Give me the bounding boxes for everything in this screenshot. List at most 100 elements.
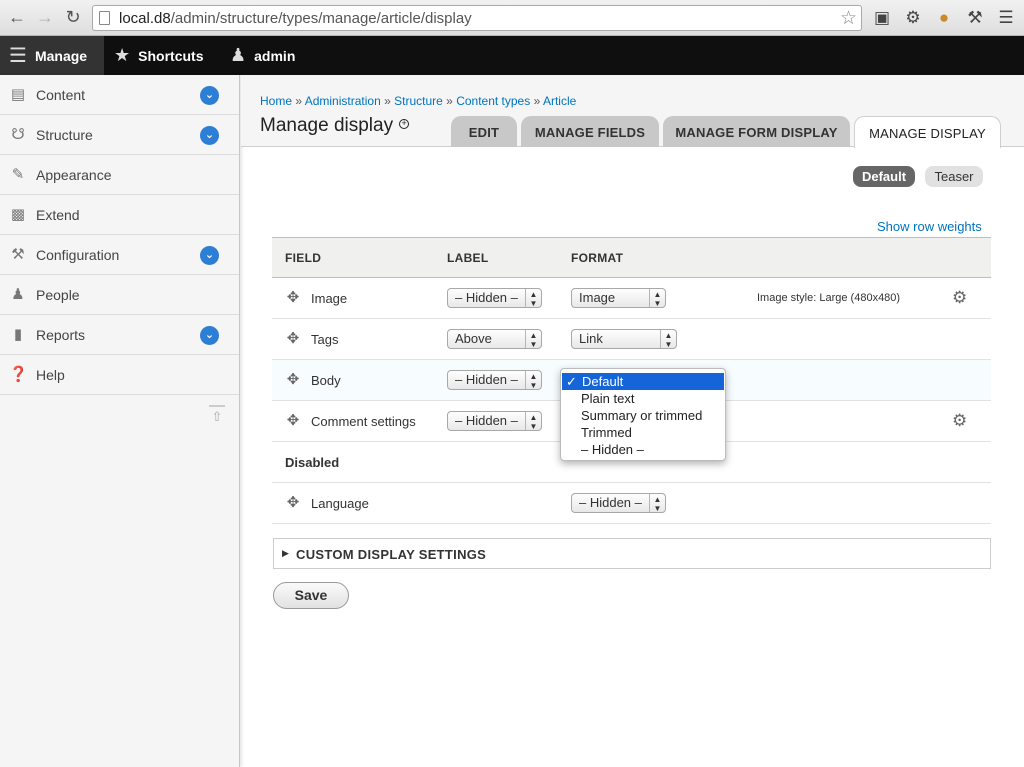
back-icon[interactable]: ← — [6, 6, 28, 28]
view-mode-teaser[interactable]: Teaser — [925, 166, 983, 187]
drag-handle-icon[interactable]: ✥ — [286, 495, 300, 510]
sidebar-item-label: Appearance — [36, 166, 112, 183]
header-format: FORMAT — [571, 251, 624, 265]
tab-manage-fields[interactable]: MANAGE FIELDS — [521, 116, 659, 147]
format-select-value: – Hidden – — [579, 495, 642, 510]
breadcrumb-article[interactable]: Article — [543, 94, 576, 108]
label-select-value: – Hidden – — [455, 290, 518, 305]
gear-icon[interactable]: ⚙ — [952, 411, 967, 431]
sidebar-item-label: Content — [36, 86, 86, 103]
menu-icon[interactable]: ☰ — [995, 7, 1017, 29]
label-select-value: Above — [455, 331, 492, 346]
url-text[interactable]: local.d8/admin/structure/types/manage/ar… — [119, 10, 472, 27]
dropdown-option[interactable]: ✓ Default — [562, 373, 724, 390]
sidebar-item-label: People — [36, 286, 80, 303]
breadcrumb-separator: » — [446, 94, 453, 108]
view-mode-default[interactable]: Default — [853, 166, 915, 187]
drag-handle-icon[interactable]: ✥ — [286, 290, 300, 305]
sidebar-item-label: Structure — [36, 126, 93, 143]
breadcrumb-separator: » — [533, 94, 541, 108]
sidebar-item-people[interactable]: ♟ People — [0, 275, 239, 315]
reload-icon[interactable]: ↻ — [62, 6, 84, 28]
chevron-down-icon[interactable]: ⌄ — [200, 126, 219, 145]
table-row: ✥ Image – Hidden – ▲ ▼ Image ▲ ▼ Image style… — [272, 278, 991, 319]
toolbar-user[interactable]: ♟ admin — [230, 36, 295, 75]
select-arrows-icon: ▲ ▼ — [525, 289, 541, 308]
breadcrumb-separator: » — [295, 94, 303, 108]
star-icon: ★ — [114, 45, 131, 65]
sidebar-item-appearance[interactable]: ✎ Appearance — [0, 155, 239, 195]
custom-display-settings[interactable]: ▶ CUSTOM DISPLAY SETTINGS — [273, 538, 991, 569]
format-select-value: Link — [579, 331, 603, 346]
chevron-down-icon[interactable]: ⌄ — [200, 86, 219, 105]
page-header: Home » Administration » Structure » Cont… — [241, 75, 1024, 148]
user-icon: ♟ — [230, 45, 247, 65]
breadcrumb-content-types[interactable]: Content types — [456, 94, 530, 108]
checkmark-icon: ✓ — [566, 374, 577, 389]
field-name: Image — [311, 291, 348, 306]
add-shortcut-icon[interactable]: + — [399, 118, 410, 129]
breadcrumb-home[interactable]: Home — [260, 94, 292, 108]
bookmark-star-icon[interactable]: ☆ — [840, 7, 857, 30]
select-arrows-icon: ▲ ▼ — [649, 494, 665, 513]
chevron-down-icon[interactable]: ⌄ — [200, 246, 219, 265]
format-select[interactable]: Image ▲ ▼ — [571, 288, 666, 308]
breadcrumb: Home » Administration » Structure » Cont… — [260, 94, 576, 108]
sidebar-item-reports[interactable]: ▮ Reports ⌄ — [0, 315, 239, 355]
sidebar-item-help[interactable]: ❓ Help — [0, 355, 239, 395]
field-name: Language — [311, 496, 369, 511]
drag-handle-icon[interactable]: ✥ — [286, 331, 300, 346]
format-select[interactable]: – Hidden – ▲ ▼ — [571, 493, 666, 513]
dropdown-option[interactable]: Summary or trimmed — [561, 407, 725, 424]
tab-edit[interactable]: EDIT — [451, 116, 517, 147]
drag-handle-icon[interactable]: ✥ — [286, 413, 300, 428]
toolbar-shortcuts[interactable]: ★ Shortcuts — [114, 36, 203, 75]
chevron-down-icon[interactable]: ⌄ — [200, 326, 219, 345]
expand-triangle-icon: ▶ — [282, 548, 289, 558]
select-arrows-icon: ▲ ▼ — [525, 371, 541, 390]
settings-gear-icon[interactable]: ⚙ — [902, 7, 924, 29]
structure-icon: ☋ — [11, 126, 25, 143]
sidebar-item-label: Help — [36, 366, 65, 383]
sidebar-item-content[interactable]: ▤ Content ⌄ — [0, 75, 239, 115]
cookie-icon[interactable]: ● — [933, 7, 955, 29]
page-icon — [99, 11, 110, 25]
sidebar-item-label: Configuration — [36, 246, 120, 263]
dropdown-option[interactable]: Plain text — [561, 390, 725, 407]
collapse-sidebar-icon[interactable]: ⇧ — [209, 405, 225, 425]
tab-manage-form-display[interactable]: MANAGE FORM DISPLAY — [663, 116, 850, 147]
address-bar[interactable]: local.d8/admin/structure/types/manage/ar… — [92, 5, 862, 31]
forward-icon[interactable]: → — [34, 6, 56, 28]
dropdown-option[interactable]: Trimmed — [561, 424, 725, 441]
sidebar-item-configuration[interactable]: ⚒ Configuration ⌄ — [0, 235, 239, 275]
tab-manage-display[interactable]: MANAGE DISPLAY — [854, 116, 1001, 148]
sidebar-item-extend[interactable]: ▩ Extend — [0, 195, 239, 235]
drag-handle-icon[interactable]: ✥ — [286, 372, 300, 387]
dropdown-option[interactable]: – Hidden – — [561, 441, 725, 458]
pocket-icon[interactable]: ▣ — [871, 7, 893, 29]
toolbar-manage[interactable]: ☰ Manage — [0, 36, 104, 75]
url-path: /admin/structure/types/manage/article/di… — [170, 10, 472, 27]
admin-sidebar: ▤ Content ⌄ ☋ Structure ⌄ ✎ Appearance ▩… — [0, 75, 240, 767]
wrench-icon[interactable]: ⚒ — [964, 7, 986, 29]
label-select[interactable]: – Hidden – ▲ ▼ — [447, 370, 542, 390]
select-arrows-icon: ▲ ▼ — [660, 330, 676, 349]
label-select[interactable]: – Hidden – ▲ ▼ — [447, 411, 542, 431]
show-row-weights-link[interactable]: Show row weights — [877, 219, 982, 234]
format-select[interactable]: Link ▲ ▼ — [571, 329, 677, 349]
sidebar-item-label: Reports — [36, 326, 86, 343]
sidebar-item-label: Extend — [36, 206, 80, 223]
breadcrumb-administration[interactable]: Administration — [305, 94, 381, 108]
label-select-value: – Hidden – — [455, 372, 518, 387]
label-select[interactable]: Above ▲ ▼ — [447, 329, 542, 349]
people-icon: ♟ — [11, 286, 25, 303]
breadcrumb-structure[interactable]: Structure — [394, 94, 443, 108]
breadcrumb-separator: » — [384, 94, 391, 108]
label-select[interactable]: – Hidden – ▲ ▼ — [447, 288, 542, 308]
sidebar-item-structure[interactable]: ☋ Structure ⌄ — [0, 115, 239, 155]
wrench-icon: ⚒ — [11, 246, 25, 263]
gear-icon[interactable]: ⚙ — [952, 288, 967, 308]
details-summary: CUSTOM DISPLAY SETTINGS — [296, 547, 487, 562]
save-button[interactable]: Save — [273, 582, 349, 609]
header-label: LABEL — [447, 251, 489, 265]
